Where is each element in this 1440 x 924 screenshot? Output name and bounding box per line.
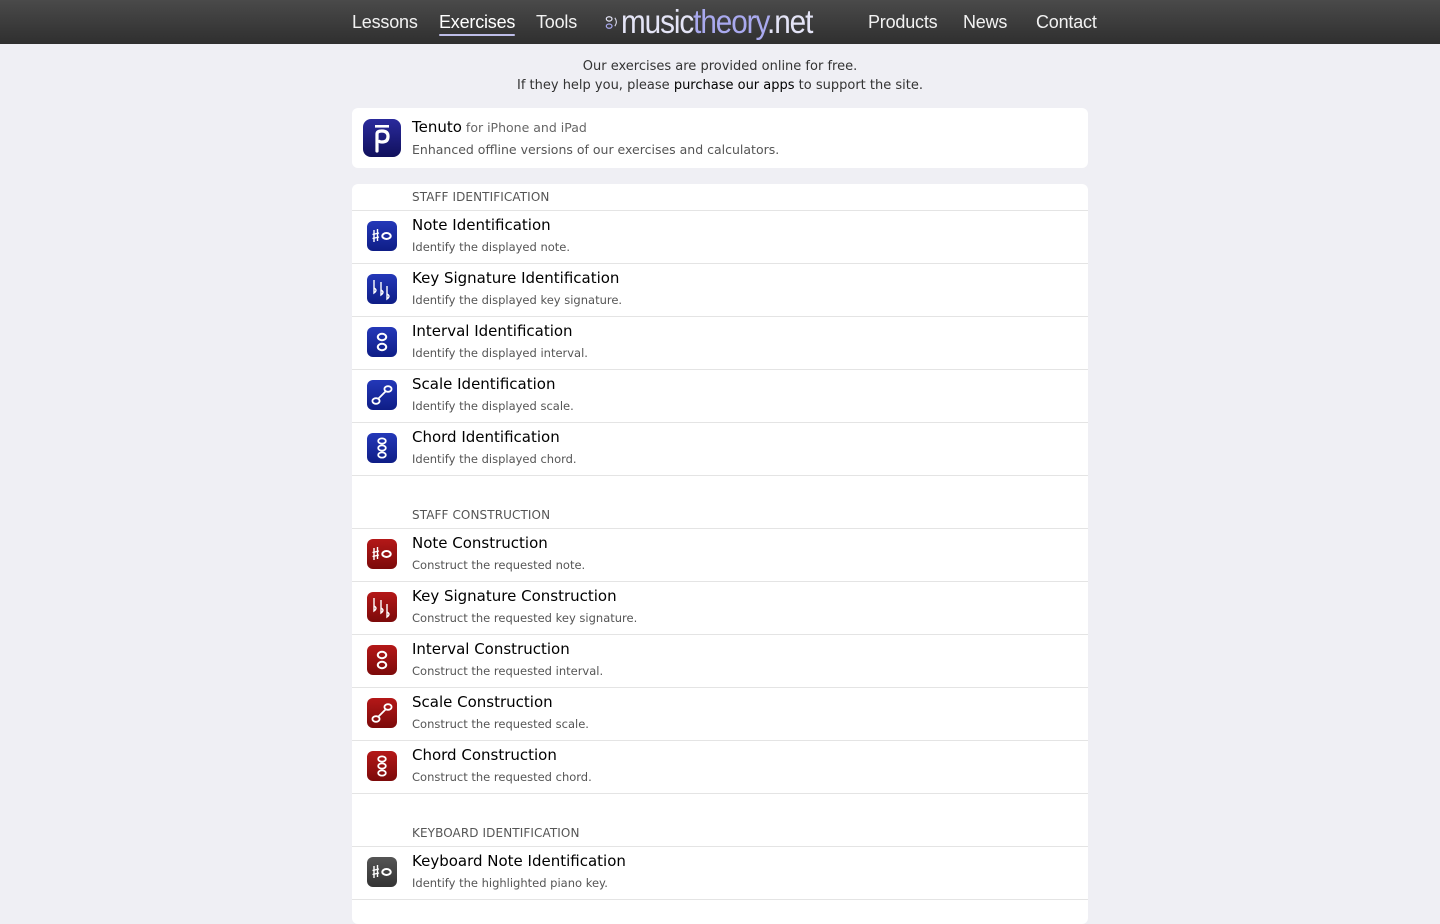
exercise-description: Identify the displayed chord. bbox=[412, 452, 577, 466]
exercise-row[interactable]: Keyboard Note Identification Identify the… bbox=[352, 847, 1088, 900]
exercise-description: Identify the displayed interval. bbox=[412, 346, 588, 360]
exercise-title: Chord Identification bbox=[412, 428, 560, 446]
exercise-title: Interval Construction bbox=[412, 640, 570, 658]
section-header: STAFF IDENTIFICATION bbox=[352, 184, 1088, 211]
exercise-description: Identify the displayed scale. bbox=[412, 399, 574, 413]
exercise-title: Scale Identification bbox=[412, 375, 556, 393]
exercise-row[interactable]: Key Signature Construction Construct the … bbox=[352, 582, 1088, 635]
tenuto-promo-card[interactable]: Tenuto for iPhone and iPad Enhanced offli… bbox=[352, 108, 1088, 168]
note-icon bbox=[367, 539, 397, 569]
promo-title: Tenuto for iPhone and iPad bbox=[412, 118, 587, 136]
exercise-title: Chord Construction bbox=[412, 746, 557, 764]
section-title: KEYBOARD IDENTIFICATION bbox=[412, 826, 580, 840]
exercise-title: Note Construction bbox=[412, 534, 548, 552]
logo-wordmark: musictheory.net bbox=[621, 3, 813, 40]
logo-note-icon bbox=[605, 16, 617, 29]
exercise-row[interactable]: Chord Construction Construct the requeste… bbox=[352, 741, 1088, 794]
section-title: STAFF CONSTRUCTION bbox=[412, 508, 551, 522]
exercise-row[interactable]: Interval Construction Construct the reque… bbox=[352, 635, 1088, 688]
key-signature-icon bbox=[367, 274, 397, 304]
section-title: STAFF IDENTIFICATION bbox=[412, 190, 550, 204]
exercise-row[interactable]: Key Signature Identification Identify the… bbox=[352, 264, 1088, 317]
nav-exercises[interactable]: Exercises bbox=[439, 0, 516, 44]
exercise-row[interactable]: Note Identification Identify the displaye… bbox=[352, 211, 1088, 264]
chord-icon bbox=[367, 751, 397, 781]
nav-products[interactable]: Products bbox=[868, 0, 938, 44]
note-icon bbox=[367, 221, 397, 251]
intro-text: Our exercises are provided online for fr… bbox=[0, 57, 1440, 95]
exercise-title: Keyboard Note Identification bbox=[412, 852, 626, 870]
nav-contact[interactable]: Contact bbox=[1036, 0, 1097, 44]
intro-line-2: If they help you, please purchase our ap… bbox=[516, 78, 923, 93]
scale-icon bbox=[367, 698, 397, 728]
exercise-row[interactable]: Interval Identification Identify the disp… bbox=[352, 317, 1088, 370]
purchase-apps-link[interactable]: purchase our apps bbox=[674, 78, 795, 93]
exercise-description: Identify the highlighted piano key. bbox=[412, 876, 608, 890]
exercise-description: Construct the requested note. bbox=[412, 558, 586, 572]
exercise-description: Construct the requested interval. bbox=[412, 664, 604, 678]
exercise-row[interactable]: Chord Identification Identify the display… bbox=[352, 423, 1088, 476]
exercise-title: Scale Construction bbox=[412, 693, 553, 711]
interval-icon bbox=[367, 327, 397, 357]
exercise-description: Construct the requested key signature. bbox=[412, 611, 638, 625]
chord-icon bbox=[367, 433, 397, 463]
exercise-title: Note Identification bbox=[412, 216, 551, 234]
scale-icon bbox=[367, 380, 397, 410]
section-header: STAFF CONSTRUCTION bbox=[352, 476, 1088, 529]
exercise-row[interactable]: Scale Construction Construct the requeste… bbox=[352, 688, 1088, 741]
exercise-title: Interval Identification bbox=[412, 322, 573, 340]
top-navigation-bar: Lessons Exercises Tools musictheory.net … bbox=[0, 0, 1440, 44]
section-header: KEYBOARD IDENTIFICATION bbox=[352, 794, 1088, 847]
site-logo[interactable]: musictheory.net bbox=[604, 0, 834, 44]
exercise-description: Construct the requested scale. bbox=[412, 717, 589, 731]
intro-line-1: Our exercises are provided online for fr… bbox=[582, 59, 858, 74]
exercise-description: Construct the requested chord. bbox=[412, 770, 592, 784]
nav-tools[interactable]: Tools bbox=[536, 0, 577, 44]
exercise-title: Key Signature Identification bbox=[412, 269, 620, 287]
promo-description: Enhanced offline versions of our exercis… bbox=[412, 142, 780, 157]
exercise-row[interactable]: Note Construction Construct the requested… bbox=[352, 529, 1088, 582]
key-signature-icon bbox=[367, 592, 397, 622]
tenuto-app-icon bbox=[363, 119, 401, 157]
nav-news[interactable]: News bbox=[963, 0, 1007, 44]
note-icon bbox=[367, 857, 397, 887]
exercise-row[interactable]: Scale Identification Identify the display… bbox=[352, 370, 1088, 423]
exercise-description: Identify the displayed key signature. bbox=[412, 293, 623, 307]
exercise-list: STAFF IDENTIFICATION Note Identification… bbox=[352, 184, 1088, 924]
exercise-description: Identify the displayed note. bbox=[412, 240, 571, 254]
nav-lessons[interactable]: Lessons bbox=[352, 0, 418, 44]
interval-icon bbox=[367, 645, 397, 675]
promo-platform: for iPhone and iPad bbox=[465, 120, 587, 135]
exercise-title: Key Signature Construction bbox=[412, 587, 617, 605]
